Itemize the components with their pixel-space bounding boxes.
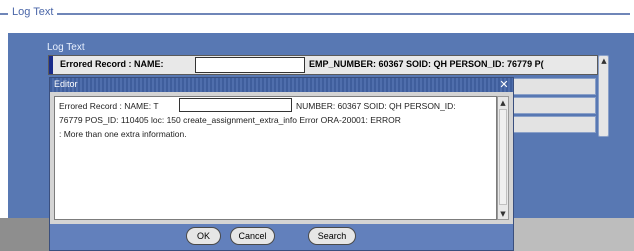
redaction-box [195, 57, 305, 73]
scroll-thumb[interactable] [499, 109, 507, 205]
top-area [0, 0, 634, 33]
errored-record-prefix: Errored Record : NAME: [60, 59, 164, 69]
log-row[interactable] [512, 78, 596, 95]
log-text-window: Log Text Log Text Errored Record : NAME:… [0, 0, 634, 251]
scroll-down-icon[interactable]: ▼ [498, 209, 508, 219]
log-row[interactable] [512, 97, 596, 114]
scroll-up-icon[interactable]: ▲ [498, 98, 508, 108]
search-button[interactable]: Search [308, 227, 356, 245]
errored-record-field[interactable]: Errored Record : NAME: EMP_NUMBER: 60367… [48, 55, 598, 75]
redaction-box [179, 98, 292, 112]
editor-dialog: Editor ✕ Errored Record : NAME: T NUMBER… [49, 77, 514, 251]
scroll-up-icon[interactable]: ▲ [600, 57, 608, 65]
fieldset-border [0, 13, 630, 15]
dialog-button-bar: OK Cancel Search [50, 224, 513, 250]
editor-title: Editor [54, 79, 78, 89]
close-icon[interactable]: ✕ [498, 78, 510, 92]
editor-textarea[interactable]: Errored Record : NAME: T NUMBER: 60367 S… [54, 96, 497, 220]
bottom-strip-left [0, 218, 50, 251]
log-text-label: Log Text [47, 42, 85, 53]
log-scrollbar[interactable]: ▲ [598, 55, 609, 137]
field-focus-accent [49, 56, 53, 74]
text-line-1a: Errored Record : NAME: T [59, 101, 159, 111]
log-row[interactable] [512, 116, 596, 133]
cancel-button[interactable]: Cancel [230, 227, 275, 245]
errored-record-suffix: EMP_NUMBER: 60367 SOID: QH PERSON_ID: 76… [309, 59, 544, 69]
fieldset-title: Log Text [8, 6, 58, 18]
ok-button[interactable]: OK [186, 227, 221, 245]
text-line-1b: NUMBER: 60367 SOID: QH PERSON_ID: [296, 101, 456, 111]
editor-titlebar[interactable]: Editor ✕ [50, 78, 513, 92]
editor-scrollbar[interactable]: ▲ ▼ [497, 96, 509, 220]
text-line-2: 76779 POS_ID: 110405 loc: 150 create_ass… [59, 115, 401, 125]
text-line-3: : More than one extra information. [59, 129, 187, 139]
